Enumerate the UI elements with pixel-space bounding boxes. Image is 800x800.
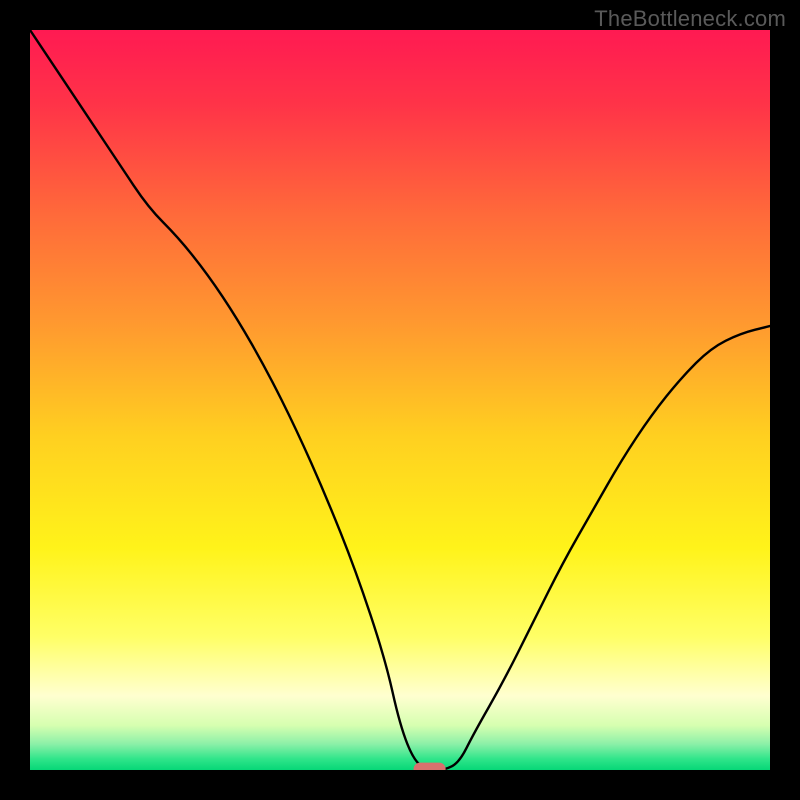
gradient-background [30, 30, 770, 770]
attribution-label: TheBottleneck.com [594, 6, 786, 32]
chart-container: TheBottleneck.com [0, 0, 800, 800]
optimal-marker [414, 763, 445, 770]
plot-frame [30, 30, 770, 770]
plot-svg [30, 30, 770, 770]
